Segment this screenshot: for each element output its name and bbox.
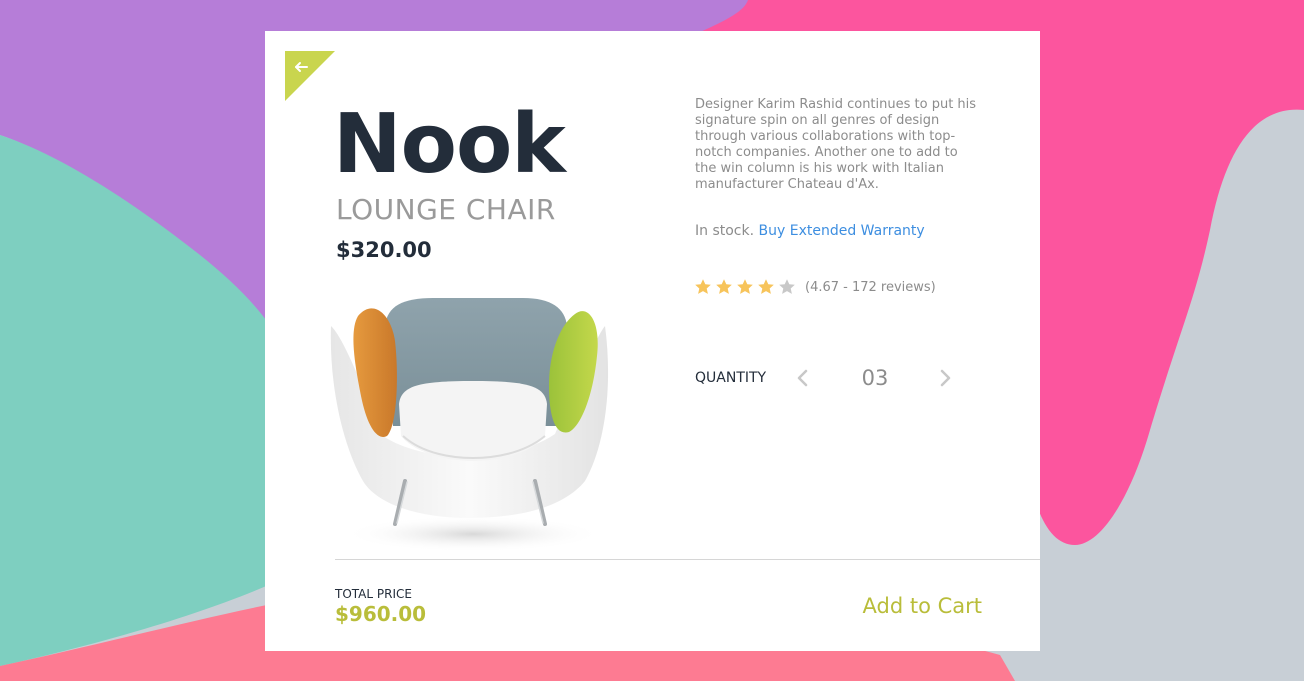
quantity-increase-button[interactable] <box>933 365 957 391</box>
quantity-value: 03 <box>861 366 889 390</box>
star-rating <box>694 278 799 296</box>
rating: (4.67 - 172 reviews) <box>694 276 936 298</box>
back-button[interactable] <box>285 51 335 101</box>
chevron-left-icon <box>797 369 808 387</box>
page-background: Nook LOUNGE CHAIR $320.00 Designer Karim… <box>0 0 1304 681</box>
total-price-value: $960.00 <box>335 602 427 626</box>
product-description: Designer Karim Rashid continues to put h… <box>695 97 977 192</box>
buy-extended-warranty-link[interactable]: Buy Extended Warranty <box>759 223 925 239</box>
product-card: Nook LOUNGE CHAIR $320.00 Designer Karim… <box>265 31 1040 651</box>
star-filled-icon <box>715 278 733 296</box>
arrow-left-icon <box>285 51 335 101</box>
star-filled-icon <box>736 278 754 296</box>
product-type: LOUNGE CHAIR <box>336 193 556 226</box>
stock-status: In stock. <box>695 223 755 239</box>
unit-price: $320.00 <box>336 238 432 262</box>
product-name: Nook <box>333 97 566 192</box>
quantity-decrease-button[interactable] <box>791 365 815 391</box>
star-filled-icon <box>694 278 712 296</box>
star-filled-icon <box>757 278 775 296</box>
add-to-cart-button[interactable]: Add to Cart <box>863 592 983 620</box>
reviews-count: (4.67 - 172 reviews) <box>805 279 936 295</box>
lounge-chair-image <box>330 298 609 552</box>
back-corner-triangle <box>285 51 335 101</box>
divider <box>335 559 1040 560</box>
total-price-label: TOTAL PRICE <box>335 587 412 601</box>
chevron-right-icon <box>940 369 951 387</box>
quantity-label: QUANTITY <box>695 370 767 386</box>
stock-info: In stock. Buy Extended Warranty <box>695 222 925 240</box>
star-empty-icon <box>778 278 796 296</box>
